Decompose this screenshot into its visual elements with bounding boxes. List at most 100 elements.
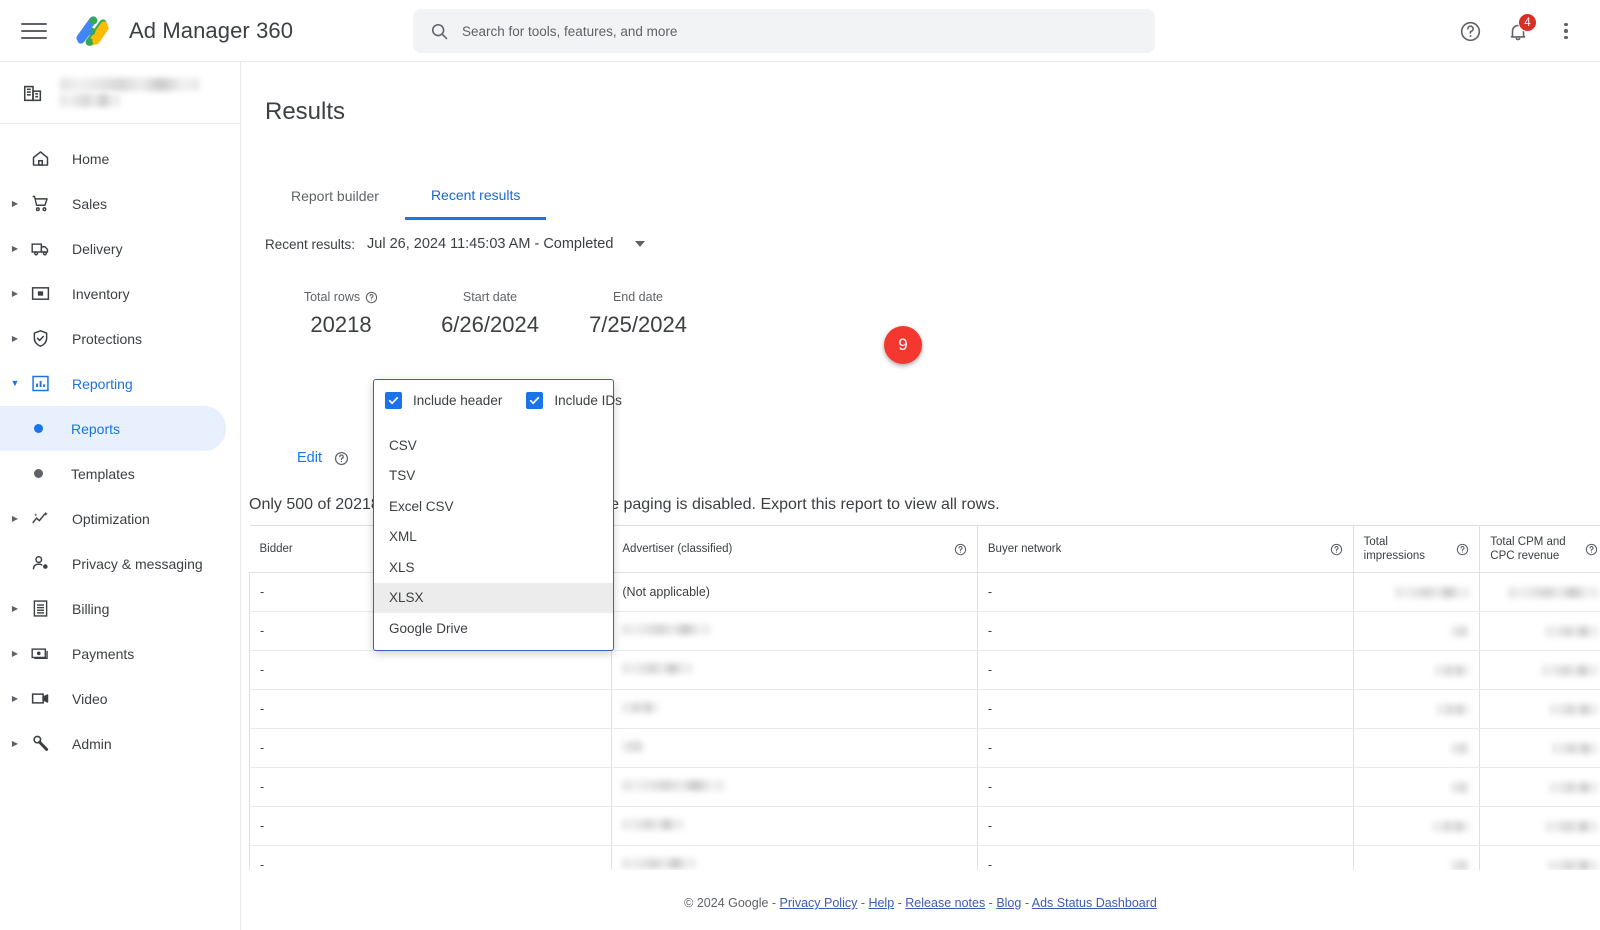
- home-icon: [28, 147, 52, 171]
- sidebar-item-delivery[interactable]: ▶ Delivery: [0, 226, 226, 271]
- table-row[interactable]: --: [249, 845, 1600, 870]
- table-row[interactable]: --: [249, 806, 1600, 846]
- top-bar-actions: 4: [1450, 0, 1586, 62]
- menu-item-excel-csv[interactable]: Excel CSV: [374, 491, 613, 522]
- bullet-icon: [34, 469, 43, 478]
- cell-bidder: -: [249, 845, 613, 870]
- sidebar-item-home[interactable]: Home: [0, 136, 226, 181]
- sidebar-item-privacy-messaging[interactable]: Privacy & messaging: [0, 541, 226, 586]
- export-format-menu: Include header Include IDs CSV TSV Excel…: [373, 379, 622, 651]
- menu-item-xml[interactable]: XML: [374, 522, 613, 553]
- redacted-value: [1542, 664, 1598, 676]
- menu-divider-space: [374, 420, 613, 430]
- account-selector[interactable]: [0, 62, 240, 124]
- more-options-button[interactable]: [1546, 11, 1586, 51]
- menu-item-tsv[interactable]: TSV: [374, 461, 613, 492]
- chevron-right-icon[interactable]: ▶: [8, 739, 22, 748]
- table-row[interactable]: --: [249, 689, 1600, 729]
- checkbox-checked-icon[interactable]: [526, 391, 544, 409]
- redacted-value: [622, 702, 659, 713]
- chevron-right-icon[interactable]: ▶: [8, 514, 22, 523]
- column-header-total-cpm-cpc-revenue[interactable]: Total CPM and CPC revenue: [1479, 525, 1600, 573]
- chevron-down-icon[interactable]: ▼: [8, 379, 22, 388]
- bullet-icon: [34, 424, 43, 433]
- footer: © 2024 Google - Privacy Policy - Help - …: [684, 896, 1157, 910]
- footer-link-blog[interactable]: Blog: [996, 896, 1021, 910]
- checkbox-checked-icon[interactable]: [385, 391, 402, 409]
- sidebar-item-label: Optimization: [72, 510, 150, 527]
- cell-advertiser: [611, 728, 978, 768]
- menu-item-csv[interactable]: CSV: [374, 430, 613, 461]
- sidebar-item-templates[interactable]: Templates: [0, 451, 226, 496]
- notifications-button[interactable]: 4: [1498, 11, 1538, 51]
- sidebar-item-admin[interactable]: ▶ Admin: [0, 721, 226, 766]
- sidebar-item-protections[interactable]: ▶ Protections: [0, 316, 226, 361]
- menu-item-google-drive[interactable]: Google Drive: [374, 613, 613, 644]
- stat-end-date: End date 7/25/2024: [563, 290, 713, 338]
- page-title: Results: [265, 98, 346, 125]
- sidebar-item-reporting[interactable]: ▼ Reporting: [0, 361, 226, 406]
- chevron-down-icon[interactable]: [635, 241, 646, 247]
- search-input[interactable]: [462, 23, 1139, 39]
- chevron-right-icon[interactable]: ▶: [8, 694, 22, 703]
- help-circle-icon[interactable]: [954, 543, 967, 556]
- chevron-right-icon[interactable]: ▶: [8, 244, 22, 253]
- table-row[interactable]: --: [249, 767, 1600, 807]
- column-header-total-impressions[interactable]: Total impressions: [1353, 525, 1481, 573]
- column-header-buyer-network[interactable]: Buyer network: [977, 525, 1354, 573]
- recent-results-value[interactable]: Jul 26, 2024 11:45:03 AM - Completed: [367, 236, 613, 252]
- sidebar-item-inventory[interactable]: ▶ Inventory: [0, 271, 226, 316]
- app-root: Ad Manager 360 4: [0, 0, 1600, 930]
- help-circle-icon[interactable]: [1456, 543, 1469, 556]
- chevron-right-icon[interactable]: ▶: [8, 289, 22, 298]
- search-bar[interactable]: [413, 9, 1155, 53]
- column-label: Total impressions: [1363, 535, 1426, 562]
- chevron-right-icon[interactable]: ▶: [8, 199, 22, 208]
- cell-buyer-network: -: [977, 572, 1354, 612]
- menu-item-xlsx[interactable]: XLSX: [374, 582, 613, 613]
- cell-total-impressions: [1353, 728, 1481, 768]
- cart-icon: [28, 192, 52, 216]
- help-circle-icon[interactable]: [365, 291, 378, 304]
- footer-link-ads-status-dashboard[interactable]: Ads Status Dashboard: [1032, 896, 1157, 910]
- column-header-advertiser-classified[interactable]: Advertiser (classified): [611, 525, 978, 573]
- chevron-right-icon[interactable]: ▶: [8, 604, 22, 613]
- sidebar-item-optimization[interactable]: ▶ Optimization: [0, 496, 226, 541]
- tab-recent-results[interactable]: Recent results: [404, 172, 547, 220]
- sidebar-item-label: Privacy & messaging: [72, 555, 203, 572]
- sidebar-item-video[interactable]: ▶ Video: [0, 676, 226, 721]
- redacted-value: [1437, 703, 1470, 715]
- stat-start-date: Start date 6/26/2024: [417, 290, 563, 338]
- edit-link[interactable]: Edit: [297, 450, 322, 466]
- footer-link-release-notes[interactable]: Release notes: [905, 896, 985, 910]
- include-header-checkbox-item[interactable]: Include header: [385, 391, 502, 409]
- include-ids-checkbox-item[interactable]: Include IDs: [526, 391, 622, 409]
- sidebar-subitem-label: Reports: [71, 420, 121, 437]
- hamburger-icon[interactable]: [21, 21, 47, 41]
- tab-report-builder[interactable]: Report builder: [265, 172, 405, 220]
- sidebar-item-payments[interactable]: ▶ Payments: [0, 631, 226, 676]
- help-circle-icon: [1460, 21, 1480, 41]
- building-icon: [23, 85, 42, 101]
- sidebar-item-sales[interactable]: ▶ Sales: [0, 181, 226, 226]
- footer-link-help[interactable]: Help: [868, 896, 894, 910]
- ad-manager-logo: [71, 11, 113, 51]
- footer-link-privacy-policy[interactable]: Privacy Policy: [780, 896, 858, 910]
- video-camera-icon: [28, 687, 52, 711]
- sidebar-item-reports[interactable]: Reports: [0, 406, 226, 451]
- help-circle-icon[interactable]: [1585, 543, 1598, 556]
- chevron-right-icon[interactable]: ▶: [8, 649, 22, 658]
- help-button[interactable]: [1450, 11, 1490, 51]
- stat-total-rows: Total rows 20218: [265, 290, 417, 338]
- inventory-icon: [28, 282, 52, 306]
- help-circle-icon[interactable]: [334, 451, 349, 466]
- app-title: Ad Manager 360: [129, 17, 294, 43]
- cell-advertiser: [611, 806, 978, 846]
- sidebar-item-billing[interactable]: ▶ Billing: [0, 586, 226, 631]
- help-circle-icon[interactable]: [1330, 543, 1343, 556]
- chevron-right-icon[interactable]: ▶: [8, 334, 22, 343]
- table-row[interactable]: --: [249, 728, 1600, 768]
- table-row[interactable]: --: [249, 650, 1600, 690]
- sidebar-item-label: Sales: [72, 195, 108, 212]
- menu-item-xls[interactable]: XLS: [374, 552, 613, 583]
